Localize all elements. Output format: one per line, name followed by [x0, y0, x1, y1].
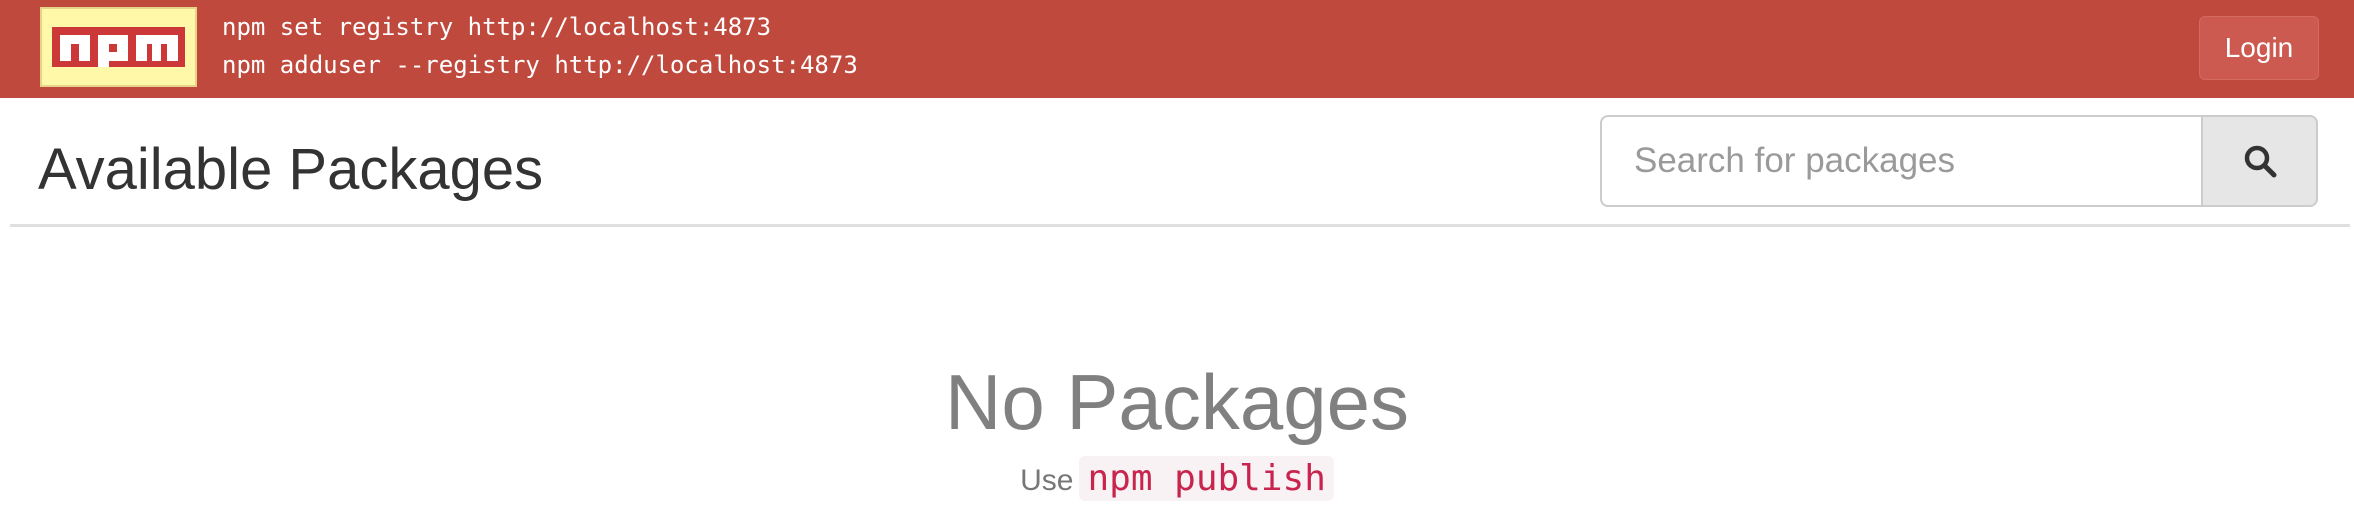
search-form: [1600, 115, 2318, 207]
search-input[interactable]: [1600, 115, 2201, 207]
empty-state-hint-prefix: Use: [1020, 464, 1074, 497]
setup-line-adduser: npm adduser --registry http://localhost:…: [222, 51, 858, 79]
npm-logo-icon: [52, 27, 185, 67]
setup-line-registry: npm set registry http://localhost:4873: [222, 13, 772, 41]
page-title: Available Packages: [38, 137, 544, 202]
empty-state-hint: Use npm publish: [0, 454, 2354, 506]
search-button[interactable]: [2201, 115, 2318, 207]
registry-setup-instructions: npm set registry http://localhost:4873 np…: [222, 8, 858, 84]
empty-state-title: No Packages: [945, 358, 1409, 446]
login-button[interactable]: Login: [2199, 16, 2319, 80]
publish-command: npm publish: [1079, 456, 1334, 501]
header-divider: [10, 224, 2350, 227]
top-bar: npm set registry http://localhost:4873 np…: [0, 0, 2354, 98]
search-icon: [2244, 145, 2276, 178]
npm-logo[interactable]: [40, 7, 197, 87]
